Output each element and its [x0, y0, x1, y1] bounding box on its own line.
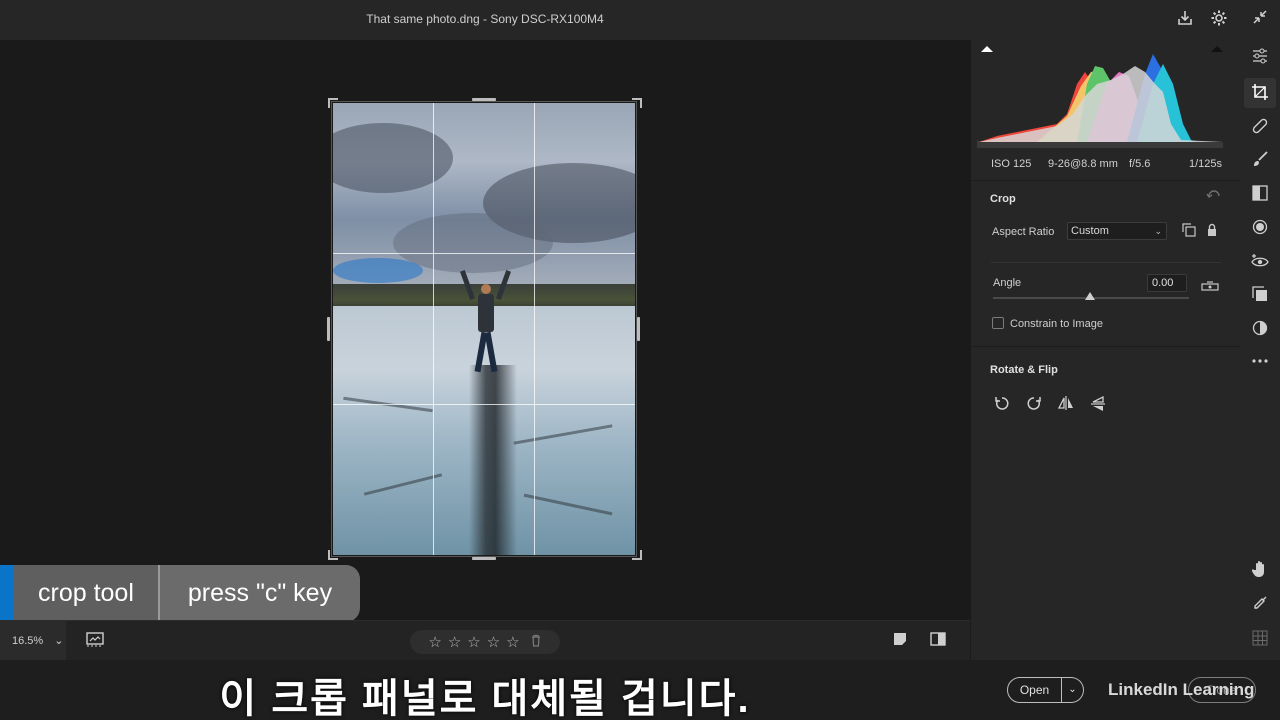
exif-info: ISO 125 9-26@8.8 mm f/5.6 1/125s	[971, 158, 1241, 178]
crop-handle-bottom-left[interactable]	[328, 550, 338, 560]
eyedropper-icon[interactable]	[1250, 595, 1270, 615]
open-button[interactable]: Open	[1007, 677, 1062, 703]
window-title: That same photo.dng - Sony DSC-RX100M4	[366, 12, 604, 26]
reset-icon[interactable]	[1206, 190, 1222, 206]
crop-grid-line	[433, 103, 434, 555]
aspect-ratio-select[interactable]: Custom ⌄	[1067, 222, 1167, 240]
caption-accent	[0, 565, 14, 622]
angle-slider-thumb[interactable]	[1085, 292, 1095, 300]
title-bar: That same photo.dng - Sony DSC-RX100M4	[0, 0, 1280, 40]
histogram	[977, 46, 1223, 148]
level-tool-icon[interactable]	[1201, 280, 1219, 296]
flip-vertical-icon[interactable]	[1088, 395, 1108, 415]
eye-icon[interactable]	[1250, 253, 1270, 273]
crop-section-title[interactable]: Crop	[990, 193, 1016, 205]
exif-shutter: 1/125s	[1189, 158, 1223, 170]
divider	[991, 262, 1221, 263]
star-3[interactable]: ☆	[467, 633, 480, 651]
rotate-left-icon[interactable]	[992, 395, 1012, 415]
bottom-toolbar: 16.5% ⌄ ☆ ☆ ☆ ☆ ☆	[0, 620, 970, 661]
gear-icon[interactable]	[1209, 9, 1229, 29]
exif-lens: 9-26@8.8 mm	[1048, 158, 1118, 170]
aspect-ratio-label: Aspect Ratio	[992, 226, 1055, 238]
rotate-right-icon[interactable]	[1024, 395, 1044, 415]
tool-strip	[1240, 40, 1280, 660]
lock-icon[interactable]	[1204, 223, 1220, 239]
snapshots-icon[interactable]	[1250, 320, 1270, 340]
crop-handle-top[interactable]	[472, 98, 496, 101]
gradient-icon[interactable]	[1250, 185, 1270, 205]
bandage-icon[interactable]	[1250, 117, 1270, 137]
fit-view-icon[interactable]	[84, 631, 106, 651]
app-window: That same photo.dng - Sony DSC-RX100M4 c…	[0, 0, 1280, 720]
rating-stars: ☆ ☆ ☆ ☆ ☆	[410, 630, 560, 654]
constrain-label: Constrain to Image	[1010, 318, 1103, 330]
rotate-flip-section-title[interactable]: Rotate & Flip	[990, 364, 1058, 376]
export-icon[interactable]	[1175, 9, 1195, 29]
collapse-icon[interactable]	[1250, 9, 1270, 29]
sliders-icon[interactable]	[1250, 48, 1270, 68]
exif-aperture: f/5.6	[1129, 158, 1151, 170]
single-view-icon[interactable]	[889, 631, 911, 651]
brand-watermark: LinkedIn Learning	[1108, 680, 1255, 699]
photo-person	[460, 270, 511, 378]
photo-blue-sky	[333, 258, 423, 283]
caption-shortcut-label: press "c" key	[159, 565, 361, 622]
angle-label: Angle	[993, 277, 1022, 289]
angle-input[interactable]: 0.00	[1147, 274, 1187, 292]
star-5[interactable]: ☆	[506, 633, 519, 651]
divider	[971, 180, 1241, 181]
chevron-down-icon: ⌄	[1154, 226, 1162, 236]
crop-grid-line	[333, 404, 635, 405]
hand-icon[interactable]	[1250, 560, 1270, 580]
edit-panel: ISO 125 9-26@8.8 mm f/5.6 1/125s Crop As…	[970, 40, 1241, 660]
crop-handle-left[interactable]	[327, 317, 330, 341]
star-1[interactable]: ☆	[428, 633, 441, 651]
crop-handle-right[interactable]	[637, 317, 640, 341]
crop-handle-top-left[interactable]	[328, 98, 338, 108]
caption-tool-label: crop tool	[14, 565, 160, 622]
compare-view-icon[interactable]	[927, 631, 949, 651]
trash-icon[interactable]	[530, 634, 542, 650]
photo-crevasse	[468, 365, 518, 555]
photo-preview[interactable]	[333, 103, 635, 555]
exif-iso: ISO 125	[991, 158, 1032, 170]
aspect-ratio-value: Custom	[1071, 225, 1109, 237]
zoom-level-dropdown[interactable]: 16.5% ⌄	[0, 621, 66, 661]
crop-handle-bottom-right[interactable]	[632, 550, 642, 560]
swap-orientation-icon[interactable]	[1181, 223, 1197, 239]
brush-icon[interactable]	[1250, 150, 1270, 170]
subtitle-bar: 이 크롭 패널로 대체될 겁니다. Open ⌄ Done LinkedIn L…	[0, 660, 1280, 720]
crop-handle-top-right[interactable]	[632, 98, 642, 108]
crop-icon[interactable]	[1250, 83, 1270, 103]
flip-horizontal-icon[interactable]	[1056, 395, 1076, 415]
more-icon[interactable]	[1250, 350, 1270, 370]
star-4[interactable]: ☆	[487, 633, 500, 651]
subtitle-text: 이 크롭 패널로 대체될 겁니다.	[219, 677, 751, 720]
crop-grid-line	[534, 103, 535, 555]
crop-grid-line	[333, 253, 635, 254]
star-2[interactable]: ☆	[448, 633, 461, 651]
constrain-checkbox[interactable]	[992, 317, 1004, 329]
zoom-level-value: 16.5%	[12, 635, 44, 647]
presets-icon[interactable]	[1250, 286, 1270, 306]
tutorial-caption: crop tool press "c" key	[0, 565, 361, 622]
radial-icon[interactable]	[1250, 219, 1270, 239]
divider	[971, 346, 1241, 347]
open-options-button[interactable]: ⌄	[1062, 677, 1084, 703]
shadow-clipping-icon	[981, 46, 993, 52]
chevron-down-icon: ⌄	[54, 635, 64, 647]
crop-handle-bottom[interactable]	[472, 557, 496, 560]
grid-icon[interactable]	[1250, 630, 1270, 650]
